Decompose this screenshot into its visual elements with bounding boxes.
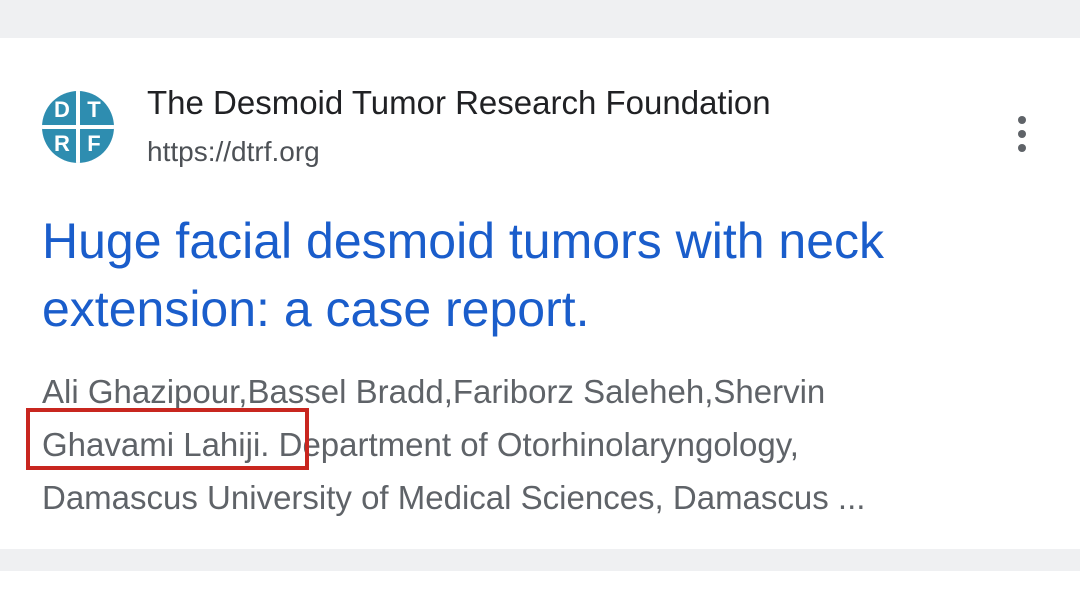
logo-letter-r: R bbox=[54, 131, 70, 156]
result-title-line: extension: a case report. bbox=[42, 281, 590, 337]
more-vert-icon bbox=[1018, 116, 1026, 124]
snippet-line: Damascus University of Medical Sciences,… bbox=[42, 479, 866, 516]
site-url[interactable]: https://dtrf.org bbox=[147, 136, 320, 168]
more-vert-icon bbox=[1018, 144, 1026, 152]
result-title-link[interactable]: Huge facial desmoid tumors with neck ext… bbox=[42, 207, 1042, 343]
more-options-button[interactable] bbox=[1005, 112, 1039, 156]
logo-letter-d: D bbox=[54, 97, 70, 122]
more-vert-icon bbox=[1018, 130, 1026, 138]
logo-letter-t: T bbox=[87, 97, 101, 122]
site-name[interactable]: The Desmoid Tumor Research Foundation bbox=[147, 84, 771, 122]
logo-letter-f: F bbox=[87, 131, 101, 156]
top-divider-bar bbox=[0, 0, 1080, 38]
bottom-divider-bar bbox=[0, 549, 1080, 571]
result-title-line: Huge facial desmoid tumors with neck bbox=[42, 213, 885, 269]
annotation-highlight-box bbox=[26, 408, 309, 470]
dtrf-logo-icon[interactable]: D T R F bbox=[42, 91, 114, 163]
